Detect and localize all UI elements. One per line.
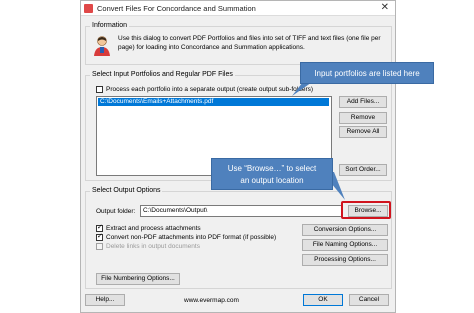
list-item[interactable]: C:\Documents\Emails+Attachments.pdf [98,98,329,106]
add-files-button[interactable]: Add Files... [339,96,387,108]
portfolios-callout-text: Input portfolios are listed here [314,69,420,78]
evermap-link[interactable]: www.evermap.com [184,297,239,304]
browse-callout-line1: Use “Browse…” to select [227,164,317,173]
separate-output-checkbox[interactable] [96,86,103,93]
portfolios-callout: Input portfolios are listed here [300,62,434,84]
convert-files-dialog: Convert Files For Concordance and Summat… [80,0,396,313]
information-text-line1: Use this dialog to convert PDF Portfolio… [118,35,381,42]
file-naming-options-button[interactable]: File Naming Options... [302,239,388,251]
output-folder-label: Output folder: [96,208,136,215]
processing-options-button[interactable]: Processing Options... [302,254,388,266]
extract-attachments-checkbox[interactable] [96,223,103,232]
delete-links-checkbox[interactable] [96,243,103,250]
browse-callout: Use “Browse…” to select an output locati… [211,158,333,190]
delete-links-label: Delete links in output documents [106,243,200,250]
title-bar: Convert Files For Concordance and Summat… [81,1,395,16]
information-group: Information Use this dialog to convert P… [85,22,392,65]
sort-order-button[interactable]: Sort Order... [339,164,387,176]
window-title: Convert Files For Concordance and Summat… [97,4,256,13]
app-icon [84,4,93,13]
user-info-icon [94,36,110,56]
remove-all-button[interactable]: Remove All [339,126,387,138]
remove-button[interactable]: Remove [339,112,387,124]
extract-attachments-label: Extract and process attachments [106,225,201,232]
information-text-line2: page) for loading into Concordance and S… [118,44,305,51]
cancel-button[interactable]: Cancel [349,294,389,306]
close-icon[interactable]: ✕ [381,2,389,13]
output-folder-field[interactable]: C:\Documents\Output\ [140,205,342,217]
file-numbering-options-button[interactable]: File Numbering Options... [96,273,180,285]
ok-button[interactable]: OK [303,294,343,306]
separate-output-label: Process each portfolio into a separate o… [106,86,314,93]
help-button[interactable]: Help... [85,294,125,306]
output-label: Select Output Options [90,187,163,194]
conversion-options-button[interactable]: Conversion Options... [302,224,388,236]
input-label: Select Input Portfolios and Regular PDF … [90,71,235,78]
convert-non-pdf-checkbox[interactable] [96,232,103,241]
browse-highlight [341,201,391,219]
browse-callout-line2: an output location [240,176,304,185]
information-label: Information [90,22,130,29]
convert-non-pdf-label: Convert non-PDF attachments into PDF for… [106,234,277,241]
